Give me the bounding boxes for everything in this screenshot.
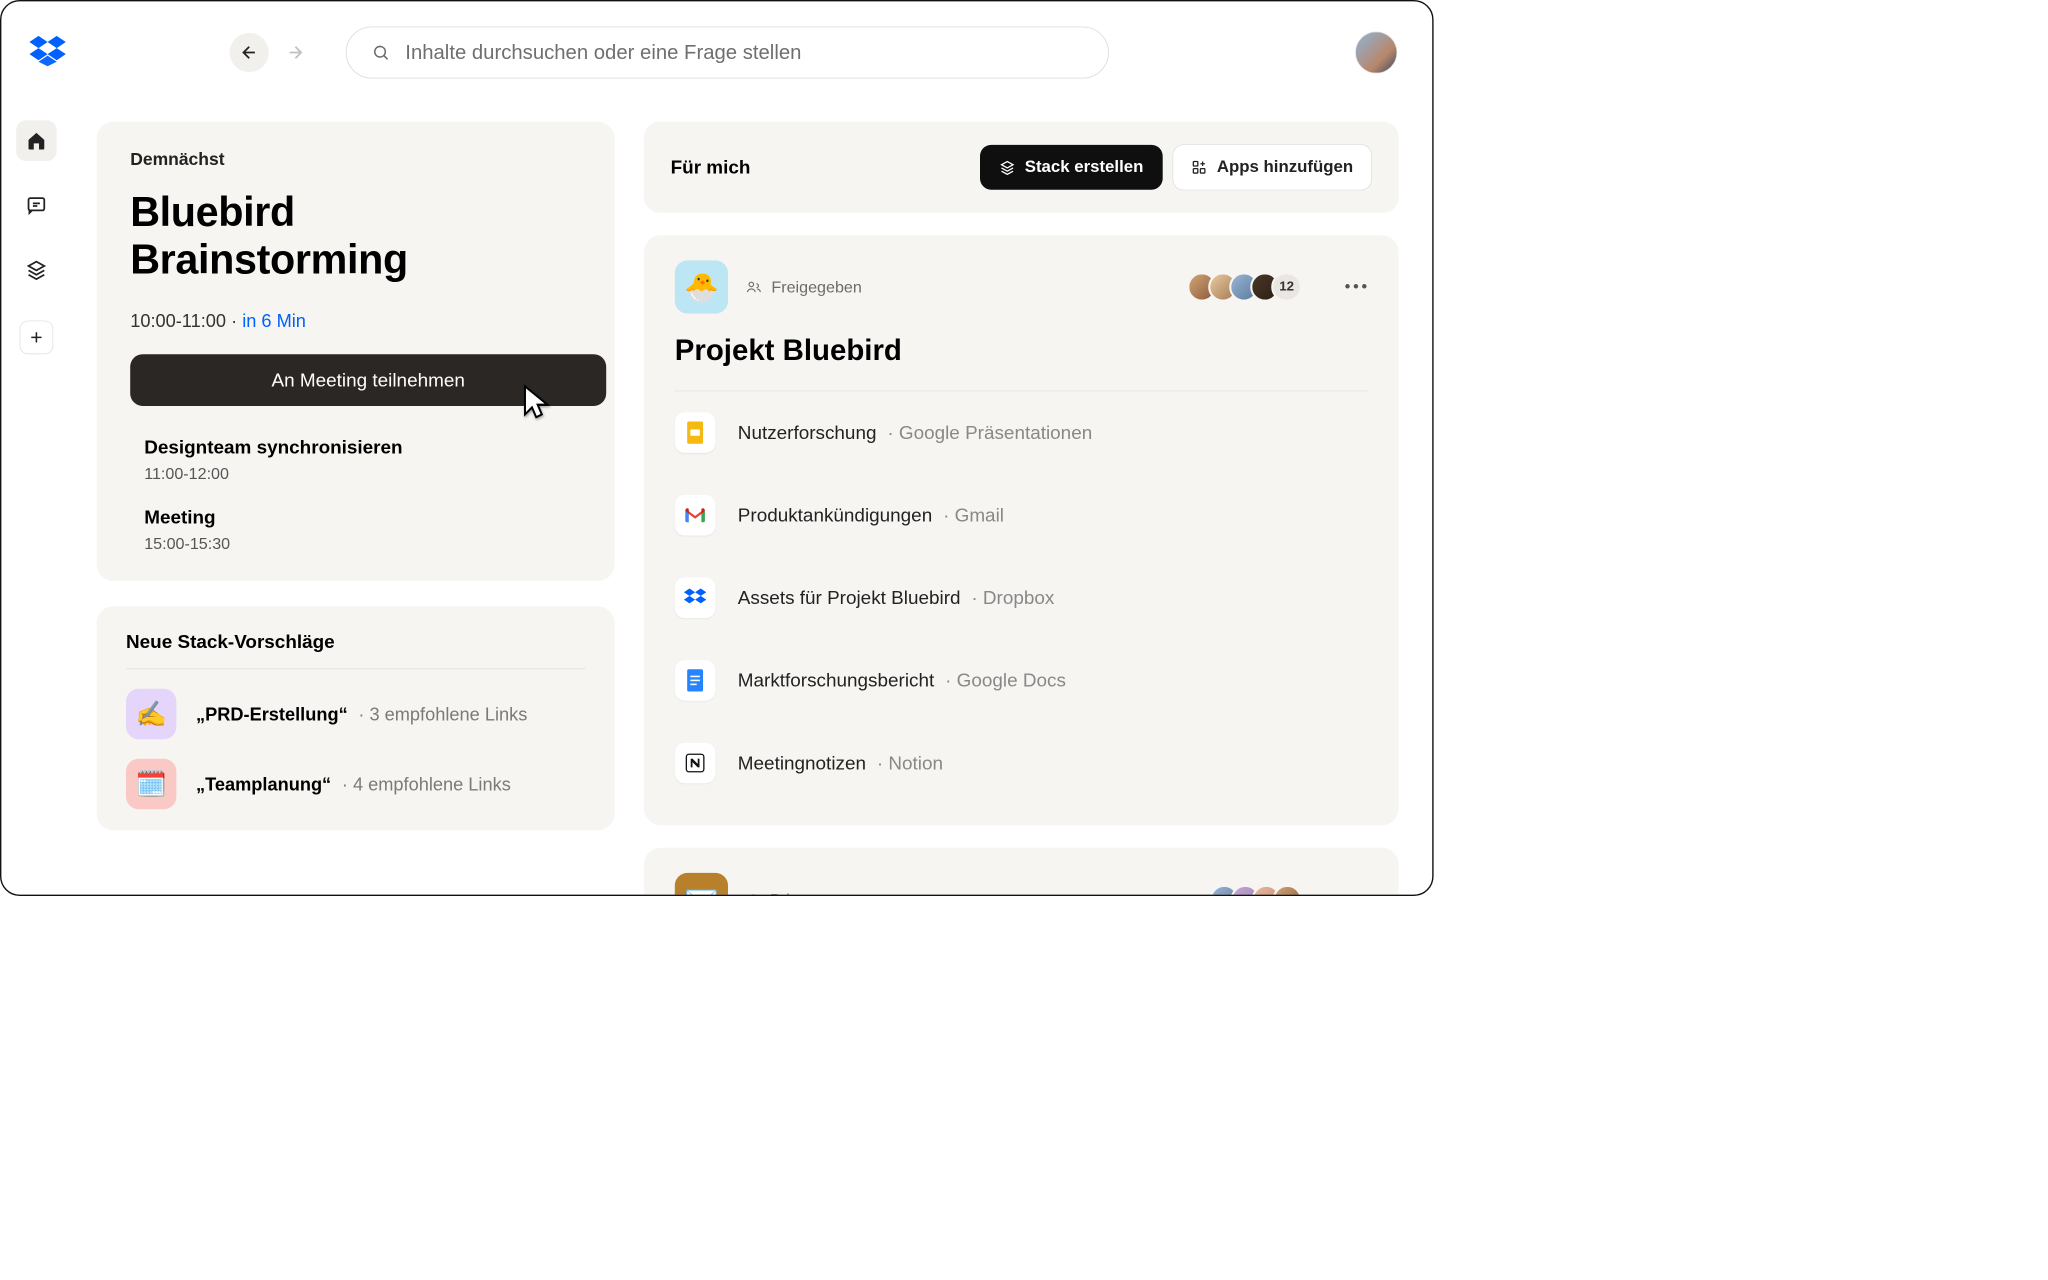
stack-item[interactable]: Nutzerforschung · Google Präsentationen bbox=[675, 391, 1368, 474]
notion-icon bbox=[675, 743, 716, 784]
create-stack-button[interactable]: Stack erstellen bbox=[980, 145, 1163, 190]
lock-icon bbox=[746, 892, 760, 895]
sidebar-chat[interactable] bbox=[16, 185, 57, 226]
sidebar-stacks[interactable] bbox=[16, 249, 57, 290]
writing-emoji-icon: ✍️ bbox=[126, 689, 176, 739]
chick-emoji-icon: 🐣 bbox=[675, 260, 728, 313]
stack-item[interactable]: Meetingnotizen · Notion bbox=[675, 722, 1368, 805]
google-docs-icon bbox=[675, 660, 716, 701]
search-input[interactable] bbox=[405, 41, 1083, 64]
upcoming-event-title: Bluebird Brainstorming bbox=[130, 188, 581, 283]
suggestion-row[interactable]: 🗓️ „Teamplanung“ · 4 empfohlene Links bbox=[126, 759, 585, 809]
add-apps-button[interactable]: Apps hinzufügen bbox=[1173, 144, 1372, 190]
dropbox-logo-icon[interactable] bbox=[29, 35, 65, 71]
more-options-button[interactable] bbox=[1344, 893, 1368, 894]
stack-card: ✉️ Privat bbox=[644, 848, 1399, 895]
more-options-button[interactable] bbox=[1344, 281, 1368, 294]
upcoming-sub-event[interactable]: Designteam synchronisieren 11:00-12:00 bbox=[130, 437, 581, 483]
stack-suggestions-heading: Neue Stack-Vorschläge bbox=[126, 631, 585, 669]
for-me-header: Für mich Stack erstellen Apps hinzufügen bbox=[644, 122, 1399, 213]
dropbox-icon bbox=[675, 578, 716, 619]
stack-title: Projekt Bluebird bbox=[675, 333, 1368, 367]
stack-card: 🐣 Freigegeben 12 bbox=[644, 235, 1399, 825]
stacks-icon bbox=[1000, 160, 1015, 175]
upcoming-sub-event[interactable]: Meeting 15:00-15:30 bbox=[130, 507, 581, 553]
search-icon bbox=[372, 43, 390, 61]
join-meeting-button[interactable]: An Meeting teilnehmen bbox=[130, 354, 606, 406]
private-badge: Privat bbox=[746, 890, 811, 895]
gmail-icon bbox=[675, 495, 716, 536]
cursor-icon bbox=[522, 384, 556, 423]
envelope-emoji-icon: ✉️ bbox=[675, 873, 728, 895]
apps-add-icon bbox=[1192, 160, 1207, 175]
upcoming-label: Demnächst bbox=[130, 150, 581, 170]
suggestion-row[interactable]: ✍️ „PRD-Erstellung“ · 3 empfohlene Links bbox=[126, 689, 585, 739]
upcoming-card: Demnächst Bluebird Brainstorming 10:00-1… bbox=[97, 122, 615, 581]
search-input-container[interactable] bbox=[346, 27, 1109, 79]
sidebar-home[interactable] bbox=[16, 120, 57, 161]
member-avatars[interactable] bbox=[1210, 885, 1302, 895]
member-avatars[interactable]: 12 bbox=[1187, 272, 1302, 301]
upcoming-time: 10:00-11:00 · in 6 Min bbox=[130, 310, 581, 332]
for-me-heading: Für mich bbox=[671, 156, 751, 178]
shared-badge: Freigegeben bbox=[746, 278, 862, 297]
people-icon bbox=[746, 279, 761, 294]
nav-back-button[interactable] bbox=[230, 33, 269, 72]
stack-suggestions-card: Neue Stack-Vorschläge ✍️ „PRD-Erstellung… bbox=[97, 606, 615, 830]
stack-item[interactable]: Assets für Projekt Bluebird · Dropbox bbox=[675, 557, 1368, 640]
calendar-emoji-icon: 🗓️ bbox=[126, 759, 176, 809]
nav-forward-button bbox=[276, 33, 315, 72]
stack-item[interactable]: Produktankündigungen · Gmail bbox=[675, 474, 1368, 557]
sidebar-add-button[interactable] bbox=[20, 321, 54, 355]
user-avatar[interactable] bbox=[1355, 32, 1397, 74]
stack-item[interactable]: Marktforschungsbericht · Google Docs bbox=[675, 639, 1368, 722]
upcoming-countdown: in 6 Min bbox=[242, 310, 306, 331]
google-slides-icon bbox=[675, 412, 716, 453]
member-count-badge: 12 bbox=[1271, 272, 1302, 301]
